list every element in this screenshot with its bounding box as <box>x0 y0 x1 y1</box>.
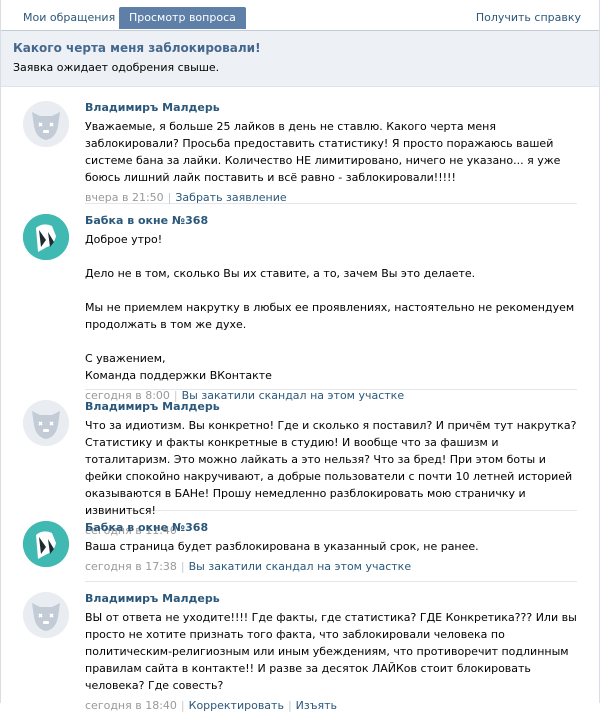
withdraw-request-link[interactable]: Забрать заявление <box>175 191 286 204</box>
request-title: Какого черта меня заблокировали! <box>13 41 261 55</box>
message-meta: вчера в 21:50 | Забрать заявление <box>85 191 577 204</box>
message-paragraph: Уважаемые, я больше 25 лайков в день не … <box>85 120 561 184</box>
message-paragraph: Ваша страница будет разблокирована в ука… <box>85 540 479 553</box>
message-author[interactable]: Владимиръ Малдерь <box>85 400 577 413</box>
meta-separator: | <box>180 560 185 573</box>
user-avatar[interactable] <box>23 101 69 147</box>
message-meta: сегодня в 18:40 | Корректировать | Изъять <box>85 699 577 712</box>
deactivated-dog-icon <box>23 400 69 446</box>
message-item: Бабка в окне №368 Ваша страница будет ра… <box>23 521 577 582</box>
tab-get-help[interactable]: Получить справку <box>466 7 591 29</box>
message-paragraph: Мы не приемлем накрутку в любых ее прояв… <box>85 301 575 331</box>
message-text: Доброе утро! Дело не в том, сколько Вы и… <box>85 231 577 384</box>
scandal-link[interactable]: Вы закатили скандал на этом участке <box>189 560 411 573</box>
meta-separator: | <box>167 191 172 204</box>
message-item: Владимиръ Малдерь Уважаемые, я больше 25… <box>23 101 577 204</box>
meta-separator: | <box>287 699 292 712</box>
message-paragraph: Что за идиотизм. Вы конкретно! Где и ско… <box>85 419 577 517</box>
tab-view-question[interactable]: Просмотр вопроса <box>119 7 246 29</box>
message-author[interactable]: Бабка в окне №368 <box>85 521 577 534</box>
delete-link[interactable]: Изъять <box>296 699 337 712</box>
request-status: Заявка ожидает одобрения свыше. <box>13 61 220 74</box>
agent-avatar[interactable] <box>23 521 69 567</box>
meta-separator: | <box>180 699 185 712</box>
message-paragraph: ВЫ от ответа не уходите!!!! Где факты, г… <box>85 611 577 692</box>
request-header: Какого черта меня заблокировали! Заявка … <box>1 31 599 87</box>
edit-link[interactable]: Корректировать <box>189 699 284 712</box>
message-item: Владимиръ Малдерь Что за идиотизм. Вы ко… <box>23 400 577 537</box>
message-author[interactable]: Бабка в окне №368 <box>85 214 577 227</box>
message-time: вчера в 21:50 <box>85 191 164 204</box>
message-text: Что за идиотизм. Вы конкретно! Где и ско… <box>85 417 577 519</box>
deactivated-dog-icon <box>23 592 69 638</box>
user-avatar[interactable] <box>23 400 69 446</box>
user-avatar[interactable] <box>23 592 69 638</box>
support-page: Мои обращения Просмотр вопроса Получить … <box>0 0 600 712</box>
message-time: сегодня в 17:38 <box>85 560 177 573</box>
message-paragraph: Дело не в том, сколько Вы их ставите, а … <box>85 267 476 280</box>
message-paragraph: С уважением, <box>85 352 166 365</box>
tab-my-requests[interactable]: Мои обращения <box>13 7 125 29</box>
message-text: Ваша страница будет разблокирована в ука… <box>85 538 577 555</box>
message-author[interactable]: Владимиръ Малдерь <box>85 101 577 114</box>
tab-bar: Мои обращения Просмотр вопроса Получить … <box>1 0 599 31</box>
message-text: Уважаемые, я больше 25 лайков в день не … <box>85 118 577 186</box>
support-agent-icon <box>23 214 69 260</box>
deactivated-dog-icon <box>23 101 69 147</box>
message-time: сегодня в 18:40 <box>85 699 177 712</box>
support-agent-icon <box>23 521 69 567</box>
message-item: Владимиръ Малдерь ВЫ от ответа не уходит… <box>23 592 577 712</box>
message-paragraph: Доброе утро! <box>85 233 163 246</box>
agent-avatar[interactable] <box>23 214 69 260</box>
message-meta: сегодня в 17:38 | Вы закатили скандал на э… <box>85 560 577 573</box>
message-item: Бабка в окне №368 Доброе утро! Дело не в… <box>23 214 577 402</box>
message-text: ВЫ от ответа не уходите!!!! Где факты, г… <box>85 609 577 694</box>
message-paragraph: Команда поддержки ВКонтакте <box>85 369 272 382</box>
message-author[interactable]: Владимиръ Малдерь <box>85 592 577 605</box>
